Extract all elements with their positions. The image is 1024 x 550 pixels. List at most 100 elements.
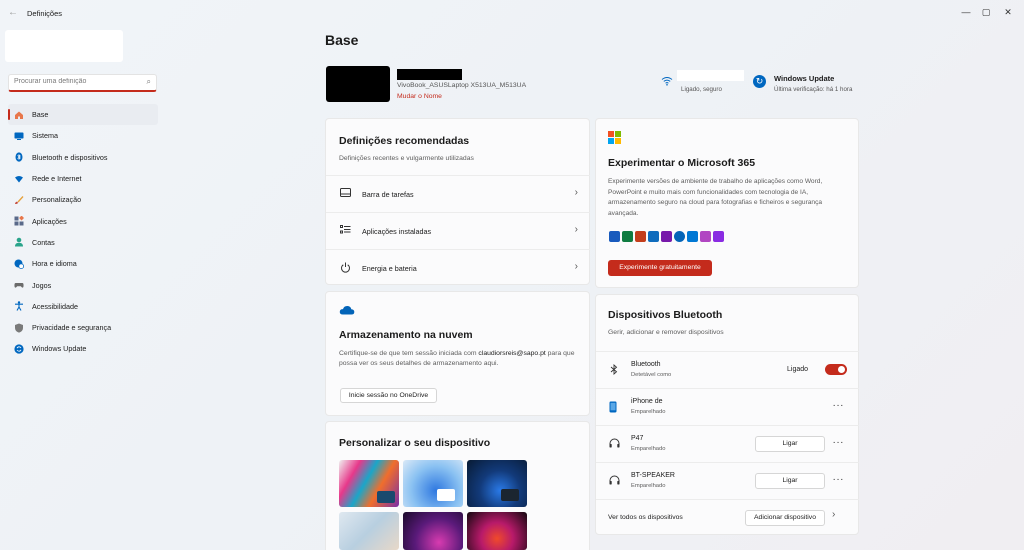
device-status: Emparelhado [631,409,666,415]
sidebar-item-label: Jogos [32,280,52,290]
network-status: Ligado, seguro [681,86,722,93]
update-icon [14,344,24,354]
maximize-button[interactable]: ▢ [977,4,995,20]
update-title[interactable]: Windows Update [774,74,834,83]
onenote-icon [661,231,672,242]
brush-icon [14,195,24,205]
window-preview [501,489,519,501]
sidebar-item-label: Privacidade e segurança [32,323,112,333]
card-subtitle: Definições recentes e vulgarmente utiliz… [339,155,474,162]
connect-button[interactable]: Ligar [755,473,825,489]
search-input[interactable] [14,78,142,85]
bluetooth-devices-card: Dispositivos Bluetooth Gerir, adicionar … [595,294,859,535]
sidebar-item-label: Acessibilidade [32,301,78,311]
sidebar-item-gaming[interactable]: Jogos [8,274,158,295]
theme-thumbnail[interactable] [339,460,399,507]
power-battery-row[interactable]: Energia e bateria › [326,250,590,286]
sidebar-item-label: Aplicações [32,216,67,226]
update-icon[interactable]: ↻ [753,75,766,88]
app-title: Definições [27,9,63,18]
cloud-text-before: Certifique-se de que tem sessão iniciada… [339,350,479,357]
chevron-right-icon[interactable]: › [832,509,835,520]
sidebar-item-label: Sistema [32,131,58,141]
onedrive-icon [674,231,685,242]
window-preview [437,489,455,501]
bluetooth-icon [14,152,24,162]
more-options-icon[interactable]: ··· [833,474,845,485]
phone-icon [609,401,617,416]
power-icon [340,262,351,276]
theme-thumbnail[interactable] [339,512,399,550]
card-subtitle: Gerir, adicionar e remover dispositivos [608,329,724,336]
sidebar-item-bluetooth[interactable]: Bluetooth e dispositivos [8,147,158,168]
device-row-p47[interactable]: P47 Emparelhado Ligar ··· [596,426,860,463]
cloud-text: Certifique-se de que tem sessão iniciada… [339,349,584,369]
globe-clock-icon [14,259,24,269]
sidebar-item-time-language[interactable]: Hora e idioma [8,253,158,274]
more-options-icon[interactable]: ··· [833,400,845,411]
device-model: VivoBook_ASUSLaptop X513UA_M513UA [397,82,527,89]
sidebar-item-windows-update[interactable]: Windows Update [8,338,158,359]
try-free-button[interactable]: Experimente gratuitamente [608,260,712,276]
more-options-icon[interactable]: ··· [833,437,845,448]
sidebar-item-apps[interactable]: Aplicações [8,210,158,231]
connect-button[interactable]: Ligar [755,436,825,452]
rename-link[interactable]: Mudar o Nome [397,93,442,100]
sidebar-item-base[interactable]: Base [8,104,158,126]
sidebar-item-personalization[interactable]: Personalização [8,189,158,210]
apps-icon [14,216,24,226]
device-status: Emparelhado [631,446,666,452]
card-title: Armazenamento na nuvem [339,329,473,341]
search-box[interactable]: ⌕ [8,74,157,92]
shield-icon [14,323,24,333]
onedrive-cloud-icon [339,305,355,315]
taskbar-row[interactable]: Barra de tarefas › [326,176,590,212]
title-bar: ← Definições — ▢ ✕ [0,0,1024,24]
close-button[interactable]: ✕ [999,4,1017,20]
bluetooth-toggle[interactable] [825,364,847,375]
sidebar-item-label: Hora e idioma [32,259,77,269]
list-icon [340,225,351,237]
device-name-redacted [397,69,462,80]
device-row-bt-speaker[interactable]: BT-SPEAKER Emparelhado Ligar ··· [596,463,860,500]
profile-redacted[interactable] [5,30,123,62]
defender-icon [687,231,698,242]
page-title: Base [325,32,359,48]
headphones-icon [609,475,620,488]
sidebar-item-privacy[interactable]: Privacidade e segurança [8,317,158,338]
theme-thumbnail[interactable] [403,460,463,507]
row-label: Energia e bateria [362,264,417,273]
chevron-right-icon: › [574,261,578,272]
divider [596,499,859,500]
view-all-devices-link[interactable]: Ver todos os dispositivos [608,514,683,521]
theme-thumbnail[interactable] [403,512,463,550]
sidebar-item-label: Rede e Internet [32,174,82,184]
minimize-button[interactable]: — [957,4,975,20]
search-icon[interactable]: ⌕ [147,77,151,87]
back-arrow-icon[interactable]: ← [6,6,20,20]
sidebar-item-label: Bluetooth e dispositivos [32,152,108,162]
sidebar-item-system[interactable]: Sistema [8,125,158,146]
microsoft-logo-icon [608,131,621,144]
device-name: BT-SPEAKER [631,472,675,479]
bluetooth-icon [609,364,619,378]
wifi-icon[interactable] [661,76,673,89]
toggle-state-label: Ligado [787,366,809,373]
device-row-iphone[interactable]: iPhone de Emparelhado ··· [596,389,860,426]
onedrive-signin-button[interactable]: Inicie sessão no OneDrive [340,388,437,403]
theme-thumbnail[interactable] [467,512,527,550]
card-title: Dispositivos Bluetooth [608,309,723,321]
designer-icon [713,231,724,242]
network-name-redacted [677,70,744,81]
sidebar-item-label: Windows Update [32,344,87,354]
add-device-button[interactable]: Adicionar dispositivo [745,510,825,526]
recommended-settings-card: Definições recomendadas Definições recen… [325,118,590,285]
sidebar-item-accounts[interactable]: Contas [8,232,158,253]
accessibility-icon [14,301,24,312]
outlook-icon [648,231,659,242]
sidebar-item-network[interactable]: Rede e Internet [8,168,158,189]
theme-thumbnail[interactable] [467,460,527,507]
wifi-icon [14,174,24,184]
installed-apps-row[interactable]: Aplicações instaladas › [326,213,590,249]
sidebar-item-accessibility[interactable]: Acessibilidade [8,296,158,317]
